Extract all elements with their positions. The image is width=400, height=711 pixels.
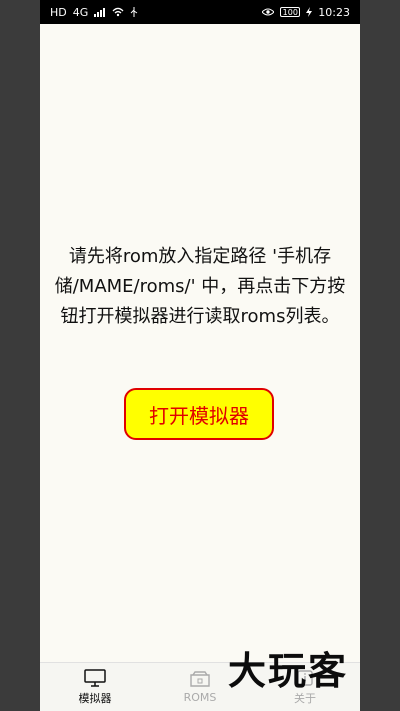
monitor-icon — [84, 668, 106, 687]
folder-icon — [190, 671, 210, 687]
eye-icon — [262, 8, 275, 16]
app-screen: HD 4G 100 10:23 请先将rom放入指定路径 '手机存储/MAME/… — [40, 0, 360, 711]
tab-emulator-label: 模拟器 — [78, 691, 112, 705]
usb-icon — [130, 7, 138, 17]
main-content: 请先将rom放入指定路径 '手机存储/MAME/roms/' 中，再点击下方按钮… — [40, 24, 360, 662]
tab-roms-label: ROMS — [183, 691, 217, 704]
instruction-text: 请先将rom放入指定路径 '手机存储/MAME/roms/' 中，再点击下方按钮… — [54, 246, 346, 327]
battery-indicator: 100 — [280, 7, 301, 17]
tab-emulator[interactable]: 模拟器 — [60, 663, 130, 711]
open-emulator-button[interactable]: 打开模拟器 — [124, 388, 274, 440]
signal-icon — [94, 8, 106, 17]
right-letterbox — [360, 0, 400, 711]
status-right: 100 10:23 — [262, 6, 350, 19]
hd-label: HD — [50, 5, 67, 19]
battery-level: 100 — [282, 8, 298, 17]
status-time: 10:23 — [318, 5, 350, 19]
wifi-icon — [112, 7, 124, 17]
left-letterbox — [0, 0, 40, 711]
status-bar: HD 4G 100 10:23 — [40, 0, 360, 24]
tab-roms[interactable]: ROMS — [165, 663, 235, 711]
bolt-icon — [306, 7, 313, 17]
status-left: HD 4G — [50, 6, 138, 19]
site-watermark: 大玩客 — [227, 649, 348, 693]
network-label: 4G — [72, 5, 89, 19]
